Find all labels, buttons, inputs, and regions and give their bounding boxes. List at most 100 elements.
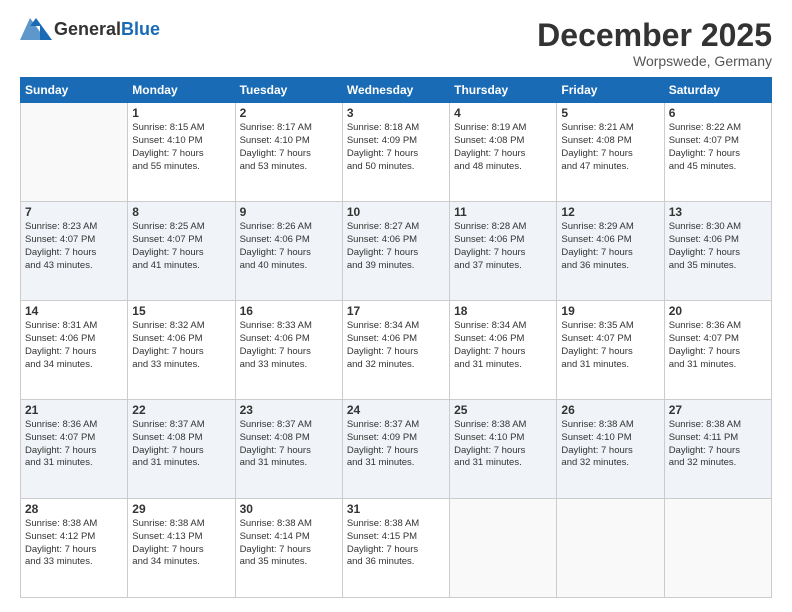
day-info: Sunrise: 8:36 AM Sunset: 4:07 PM Dayligh… xyxy=(25,419,123,470)
day-number: 19 xyxy=(561,304,659,318)
day-number: 29 xyxy=(132,502,230,516)
calendar-cell: 25 Sunrise: 8:38 AM Sunset: 4:10 PM Dayli… xyxy=(450,400,557,499)
day-info: Sunrise: 8:17 AM Sunset: 4:10 PM Dayligh… xyxy=(240,122,338,173)
day-info: Sunrise: 8:35 AM Sunset: 4:07 PM Dayligh… xyxy=(561,320,659,371)
day-info: Sunrise: 8:18 AM Sunset: 4:09 PM Dayligh… xyxy=(347,122,445,173)
day-info: Sunrise: 8:38 AM Sunset: 4:10 PM Dayligh… xyxy=(454,419,552,470)
day-info: Sunrise: 8:33 AM Sunset: 4:06 PM Dayligh… xyxy=(240,320,338,371)
calendar-cell: 20 Sunrise: 8:36 AM Sunset: 4:07 PM Dayli… xyxy=(664,301,771,400)
page: GeneralBlue December 2025 Worpswede, Ger… xyxy=(0,0,792,612)
day-info: Sunrise: 8:36 AM Sunset: 4:07 PM Dayligh… xyxy=(669,320,767,371)
calendar-cell xyxy=(450,499,557,598)
header: GeneralBlue December 2025 Worpswede, Ger… xyxy=(20,18,772,69)
day-number: 17 xyxy=(347,304,445,318)
day-info: Sunrise: 8:38 AM Sunset: 4:13 PM Dayligh… xyxy=(132,518,230,569)
day-info: Sunrise: 8:37 AM Sunset: 4:09 PM Dayligh… xyxy=(347,419,445,470)
calendar-cell: 9 Sunrise: 8:26 AM Sunset: 4:06 PM Daylig… xyxy=(235,202,342,301)
day-number: 21 xyxy=(25,403,123,417)
calendar-cell: 3 Sunrise: 8:18 AM Sunset: 4:09 PM Daylig… xyxy=(342,103,449,202)
day-number: 5 xyxy=(561,106,659,120)
day-number: 1 xyxy=(132,106,230,120)
week-row-4: 21 Sunrise: 8:36 AM Sunset: 4:07 PM Dayli… xyxy=(21,400,772,499)
day-info: Sunrise: 8:15 AM Sunset: 4:10 PM Dayligh… xyxy=(132,122,230,173)
day-info: Sunrise: 8:29 AM Sunset: 4:06 PM Dayligh… xyxy=(561,221,659,272)
day-number: 25 xyxy=(454,403,552,417)
day-info: Sunrise: 8:38 AM Sunset: 4:10 PM Dayligh… xyxy=(561,419,659,470)
day-header-sunday: Sunday xyxy=(21,78,128,103)
calendar-cell: 30 Sunrise: 8:38 AM Sunset: 4:14 PM Dayli… xyxy=(235,499,342,598)
calendar-cell: 2Sunrise: 8:17 AM Sunset: 4:10 PM Daylig… xyxy=(235,103,342,202)
day-header-tuesday: Tuesday xyxy=(235,78,342,103)
day-header-saturday: Saturday xyxy=(664,78,771,103)
day-info: Sunrise: 8:22 AM Sunset: 4:07 PM Dayligh… xyxy=(669,122,767,173)
day-info: Sunrise: 8:28 AM Sunset: 4:06 PM Dayligh… xyxy=(454,221,552,272)
day-info: Sunrise: 8:38 AM Sunset: 4:11 PM Dayligh… xyxy=(669,419,767,470)
calendar-cell: 4 Sunrise: 8:19 AM Sunset: 4:08 PM Daylig… xyxy=(450,103,557,202)
calendar-cell: 16 Sunrise: 8:33 AM Sunset: 4:06 PM Dayli… xyxy=(235,301,342,400)
day-number: 4 xyxy=(454,106,552,120)
header-row: SundayMondayTuesdayWednesdayThursdayFrid… xyxy=(21,78,772,103)
day-number: 22 xyxy=(132,403,230,417)
calendar-cell: 27 Sunrise: 8:38 AM Sunset: 4:11 PM Dayli… xyxy=(664,400,771,499)
day-number: 27 xyxy=(669,403,767,417)
day-number: 11 xyxy=(454,205,552,219)
day-info: Sunrise: 8:37 AM Sunset: 4:08 PM Dayligh… xyxy=(240,419,338,470)
day-number: 3 xyxy=(347,106,445,120)
day-number: 16 xyxy=(240,304,338,318)
calendar-cell: 23Sunrise: 8:37 AM Sunset: 4:08 PM Dayli… xyxy=(235,400,342,499)
day-info: Sunrise: 8:27 AM Sunset: 4:06 PM Dayligh… xyxy=(347,221,445,272)
calendar-table: SundayMondayTuesdayWednesdayThursdayFrid… xyxy=(20,77,772,598)
day-header-wednesday: Wednesday xyxy=(342,78,449,103)
day-info: Sunrise: 8:26 AM Sunset: 4:06 PM Dayligh… xyxy=(240,221,338,272)
calendar-cell: 1 Sunrise: 8:15 AM Sunset: 4:10 PM Daylig… xyxy=(128,103,235,202)
day-info: Sunrise: 8:34 AM Sunset: 4:06 PM Dayligh… xyxy=(454,320,552,371)
day-number: 28 xyxy=(25,502,123,516)
day-number: 13 xyxy=(669,205,767,219)
logo: GeneralBlue xyxy=(20,18,160,40)
logo-text: GeneralBlue xyxy=(54,19,160,40)
calendar-cell: 11 Sunrise: 8:28 AM Sunset: 4:06 PM Dayli… xyxy=(450,202,557,301)
day-number: 20 xyxy=(669,304,767,318)
day-info: Sunrise: 8:38 AM Sunset: 4:12 PM Dayligh… xyxy=(25,518,123,569)
calendar-cell: 13Sunrise: 8:30 AM Sunset: 4:06 PM Dayli… xyxy=(664,202,771,301)
day-number: 7 xyxy=(25,205,123,219)
calendar-cell: 5 Sunrise: 8:21 AM Sunset: 4:08 PM Daylig… xyxy=(557,103,664,202)
day-number: 15 xyxy=(132,304,230,318)
calendar-cell: 17 Sunrise: 8:34 AM Sunset: 4:06 PM Dayli… xyxy=(342,301,449,400)
calendar-cell: 31Sunrise: 8:38 AM Sunset: 4:15 PM Dayli… xyxy=(342,499,449,598)
day-info: Sunrise: 8:37 AM Sunset: 4:08 PM Dayligh… xyxy=(132,419,230,470)
calendar-cell: 29 Sunrise: 8:38 AM Sunset: 4:13 PM Dayli… xyxy=(128,499,235,598)
day-number: 8 xyxy=(132,205,230,219)
day-info: Sunrise: 8:34 AM Sunset: 4:06 PM Dayligh… xyxy=(347,320,445,371)
week-row-2: 7Sunrise: 8:23 AM Sunset: 4:07 PM Daylig… xyxy=(21,202,772,301)
day-number: 30 xyxy=(240,502,338,516)
day-info: Sunrise: 8:25 AM Sunset: 4:07 PM Dayligh… xyxy=(132,221,230,272)
day-number: 26 xyxy=(561,403,659,417)
calendar-cell xyxy=(21,103,128,202)
calendar-cell: 24Sunrise: 8:37 AM Sunset: 4:09 PM Dayli… xyxy=(342,400,449,499)
week-row-5: 28 Sunrise: 8:38 AM Sunset: 4:12 PM Dayli… xyxy=(21,499,772,598)
day-number: 14 xyxy=(25,304,123,318)
calendar-cell xyxy=(557,499,664,598)
day-header-monday: Monday xyxy=(128,78,235,103)
location: Worpswede, Germany xyxy=(537,53,772,69)
day-info: Sunrise: 8:19 AM Sunset: 4:08 PM Dayligh… xyxy=(454,122,552,173)
day-number: 12 xyxy=(561,205,659,219)
day-info: Sunrise: 8:38 AM Sunset: 4:14 PM Dayligh… xyxy=(240,518,338,569)
day-header-friday: Friday xyxy=(557,78,664,103)
month-title: December 2025 xyxy=(537,18,772,53)
day-number: 9 xyxy=(240,205,338,219)
title-block: December 2025 Worpswede, Germany xyxy=(537,18,772,69)
calendar-cell: 22 Sunrise: 8:37 AM Sunset: 4:08 PM Dayli… xyxy=(128,400,235,499)
calendar-cell xyxy=(664,499,771,598)
calendar-cell: 14Sunrise: 8:31 AM Sunset: 4:06 PM Dayli… xyxy=(21,301,128,400)
calendar-cell: 10 Sunrise: 8:27 AM Sunset: 4:06 PM Dayli… xyxy=(342,202,449,301)
calendar-cell: 26 Sunrise: 8:38 AM Sunset: 4:10 PM Dayli… xyxy=(557,400,664,499)
day-number: 10 xyxy=(347,205,445,219)
calendar-cell: 21 Sunrise: 8:36 AM Sunset: 4:07 PM Dayli… xyxy=(21,400,128,499)
day-info: Sunrise: 8:32 AM Sunset: 4:06 PM Dayligh… xyxy=(132,320,230,371)
day-number: 6 xyxy=(669,106,767,120)
calendar-cell: 15 Sunrise: 8:32 AM Sunset: 4:06 PM Dayli… xyxy=(128,301,235,400)
week-row-1: 1 Sunrise: 8:15 AM Sunset: 4:10 PM Daylig… xyxy=(21,103,772,202)
day-info: Sunrise: 8:21 AM Sunset: 4:08 PM Dayligh… xyxy=(561,122,659,173)
